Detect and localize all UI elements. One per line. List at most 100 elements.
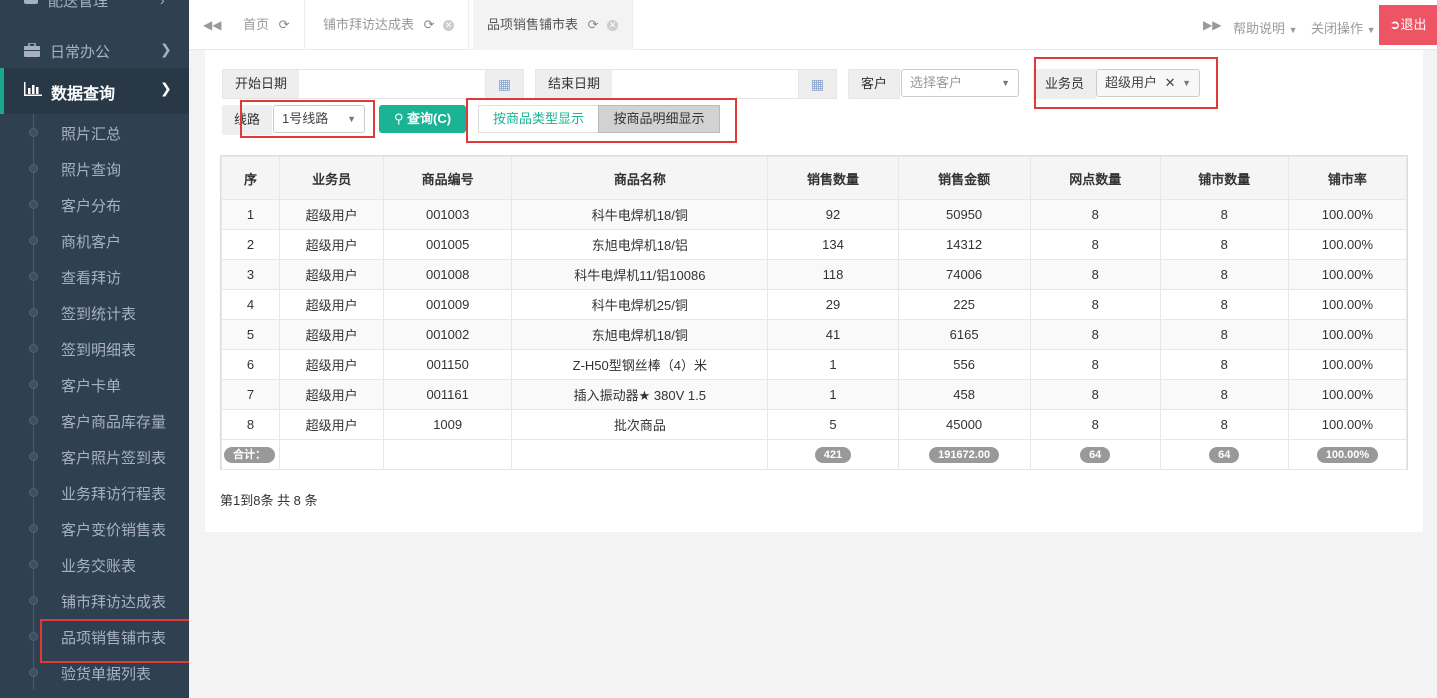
table-cell: 批次商品	[511, 409, 769, 440]
table-cell: 100.00%	[1287, 409, 1408, 440]
table-cell: 458	[897, 379, 1031, 410]
sidebar-subitem-label: 业务交账表	[61, 558, 137, 575]
sidebar-subitem[interactable]: 业务拜访行程表	[0, 474, 189, 510]
scroll-tabs-right-icon[interactable]: ▶▶	[1203, 18, 1221, 32]
table-cell: 1	[767, 379, 899, 410]
close-operations-menu[interactable]: 关闭操作 ▼	[1311, 18, 1376, 37]
column-header[interactable]: 销售数量	[767, 156, 899, 200]
customer-select-value: 选择客户	[910, 75, 963, 90]
table-cell: 134	[767, 229, 899, 260]
end-date-label: 结束日期	[536, 70, 613, 98]
sidebar-subitem[interactable]: 签到明细表	[0, 330, 189, 366]
total-rate-cell: 100.00%	[1287, 439, 1408, 470]
sidebar-subitem[interactable]: 客户卡单	[0, 366, 189, 402]
tab-home[interactable]: 首页 ⟳	[229, 0, 305, 50]
table-row[interactable]: 2 超级用户 001005 东旭电焊机18/铝 134 14312 8 8 100.00%	[220, 229, 1408, 260]
column-header[interactable]: 商品编号	[383, 156, 513, 200]
scroll-tabs-left-icon[interactable]: ◀◀	[203, 18, 221, 32]
customer-label: 客户	[848, 69, 901, 99]
query-button-label: 查询(C)	[407, 111, 452, 126]
table-row[interactable]: 4 超级用户 001009 科牛电焊机25/铜 29 225 8 8 100.00%	[220, 289, 1408, 320]
refresh-icon[interactable]: ⟳	[424, 17, 435, 32]
sidebar-subitem-label: 签到明细表	[61, 342, 137, 359]
sidebar-subitem[interactable]: 签到统计表	[0, 294, 189, 330]
sidebar-item-label: 数据查询	[51, 86, 116, 103]
sidebar-item-label: 日常办公	[50, 44, 111, 61]
table-cell: 8	[1159, 289, 1289, 320]
sidebar-subitem[interactable]: 验货单据列表	[0, 654, 189, 690]
calendar-icon[interactable]: ▦	[798, 70, 836, 98]
table-row[interactable]: 5 超级用户 001002 东旭电焊机18/铜 41 6165 8 8 100.00%	[220, 319, 1408, 350]
sidebar-subitem-label: 客户分布	[61, 198, 122, 215]
table-cell: 东旭电焊机18/铝	[511, 229, 769, 260]
help-menu[interactable]: 帮助说明 ▼	[1233, 18, 1298, 37]
total-label: 合计：	[224, 447, 275, 463]
close-icon[interactable]: ✕	[607, 20, 619, 32]
sidebar-subitem[interactable]: 照片汇总	[0, 114, 189, 150]
close-icon[interactable]: ✕	[443, 20, 455, 32]
tab-bar: ◀◀ 首页 ⟳ 铺市拜访达成表 ⟳ ✕ 品项销售铺市表 ⟳ ✕ ▶▶ 帮助说明 …	[189, 0, 1437, 50]
briefcase-icon	[24, 42, 40, 60]
sidebar-subitem[interactable]: 查看拜访	[0, 258, 189, 294]
table-cell: 100.00%	[1287, 319, 1408, 350]
sidebar-subitem-label: 签到统计表	[61, 306, 137, 323]
highlight-box	[1034, 57, 1218, 109]
table-row[interactable]: 7 超级用户 001161 插入振动器★ 380V 1.5 1 458 8 8 100.00%	[220, 379, 1408, 410]
total-label-cell: 合计：	[220, 439, 281, 470]
sidebar-subitem[interactable]: 商机客户	[0, 222, 189, 258]
column-header[interactable]: 铺市率	[1287, 156, 1408, 200]
table-cell: 8	[1159, 199, 1289, 230]
sidebar-subitem[interactable]: 照片查询	[0, 150, 189, 186]
start-date-group: 开始日期 ▦	[222, 69, 524, 99]
table-cell: 100.00%	[1287, 289, 1408, 320]
start-date-input[interactable]	[304, 70, 484, 98]
table-cell: 8	[1159, 319, 1289, 350]
table-cell: 科牛电焊机25/铜	[511, 289, 769, 320]
column-header[interactable]: 业务员	[279, 156, 385, 200]
tab-visit-report[interactable]: 铺市拜访达成表 ⟳ ✕	[309, 0, 470, 50]
table-row[interactable]: 6 超级用户 001150 Z-H50型钢丝棒（4）米 1 556 8 8 100.00%	[220, 349, 1408, 380]
column-header[interactable]: 销售金额	[897, 156, 1031, 200]
table-cell: 东旭电焊机18/铜	[511, 319, 769, 350]
table-cell: 超级用户	[279, 409, 385, 440]
logout-button[interactable]: ➲退出	[1379, 5, 1437, 45]
table-footer-row: 合计： 421 191672.00 64 64 100.00%	[220, 439, 1408, 470]
table-row[interactable]: 1 超级用户 001003 科牛电焊机18/铜 92 50950 8 8 100.00%	[220, 199, 1408, 230]
sidebar-item-data-query[interactable]: 数据查询 ❯	[0, 68, 189, 114]
column-header[interactable]: 铺市数量	[1159, 156, 1289, 200]
sidebar-subitem[interactable]: 品项销售铺市表	[0, 618, 189, 663]
customer-select[interactable]: 选择客户 ▼	[901, 69, 1019, 97]
refresh-icon[interactable]: ⟳	[279, 17, 290, 32]
calendar-icon[interactable]: ▦	[485, 70, 523, 98]
table-cell: 45000	[897, 409, 1031, 440]
sidebar-item-delivery[interactable]: 配送管理 ›	[0, 0, 189, 32]
refresh-icon[interactable]: ⟳	[588, 17, 599, 32]
sidebar-subitem-label: 客户照片签到表	[61, 450, 167, 467]
sidebar-subitem[interactable]: 铺市拜访达成表	[0, 582, 189, 618]
sidebar-subitem[interactable]: 客户变价销售表	[0, 510, 189, 546]
sidebar-subitem[interactable]: 业务交账表	[0, 546, 189, 582]
table-row[interactable]: 3 超级用户 001008 科牛电焊机11/铝10086 118 74006 8 8 100.0…	[220, 259, 1408, 290]
chevron-right-icon: ❯	[160, 41, 172, 57]
column-header[interactable]: 网点数量	[1029, 156, 1161, 200]
caret-down-icon: ▼	[1001, 78, 1010, 88]
total-outlets-cell: 64	[1029, 439, 1161, 470]
sidebar-subitem[interactable]: 客户照片签到表	[0, 438, 189, 474]
sidebar-item-daily-office[interactable]: 日常办公 ❯	[0, 32, 189, 68]
table-cell: 74006	[897, 259, 1031, 290]
table-cell: 92	[767, 199, 899, 230]
query-button[interactable]: ⚲ 查询(C)	[379, 105, 466, 133]
column-header[interactable]: 商品名称	[511, 156, 769, 200]
total-coverage: 64	[1209, 447, 1240, 463]
table-cell: 4	[220, 289, 281, 320]
sidebar-subitem[interactable]: 客户分布	[0, 186, 189, 222]
table-row[interactable]: 8 超级用户 1009 批次商品 5 45000 8 8 100.00%	[220, 409, 1408, 440]
column-header[interactable]: 序	[220, 156, 281, 200]
table-cell: 2	[220, 229, 281, 260]
sidebar-subitem[interactable]: 客户商品库存量	[0, 402, 189, 438]
end-date-input[interactable]	[617, 70, 797, 98]
bullet-icon	[29, 560, 38, 569]
tab-item-sales[interactable]: 品项销售铺市表 ⟳ ✕	[473, 0, 634, 50]
bullet-icon	[29, 668, 38, 677]
table-cell: 41	[767, 319, 899, 350]
